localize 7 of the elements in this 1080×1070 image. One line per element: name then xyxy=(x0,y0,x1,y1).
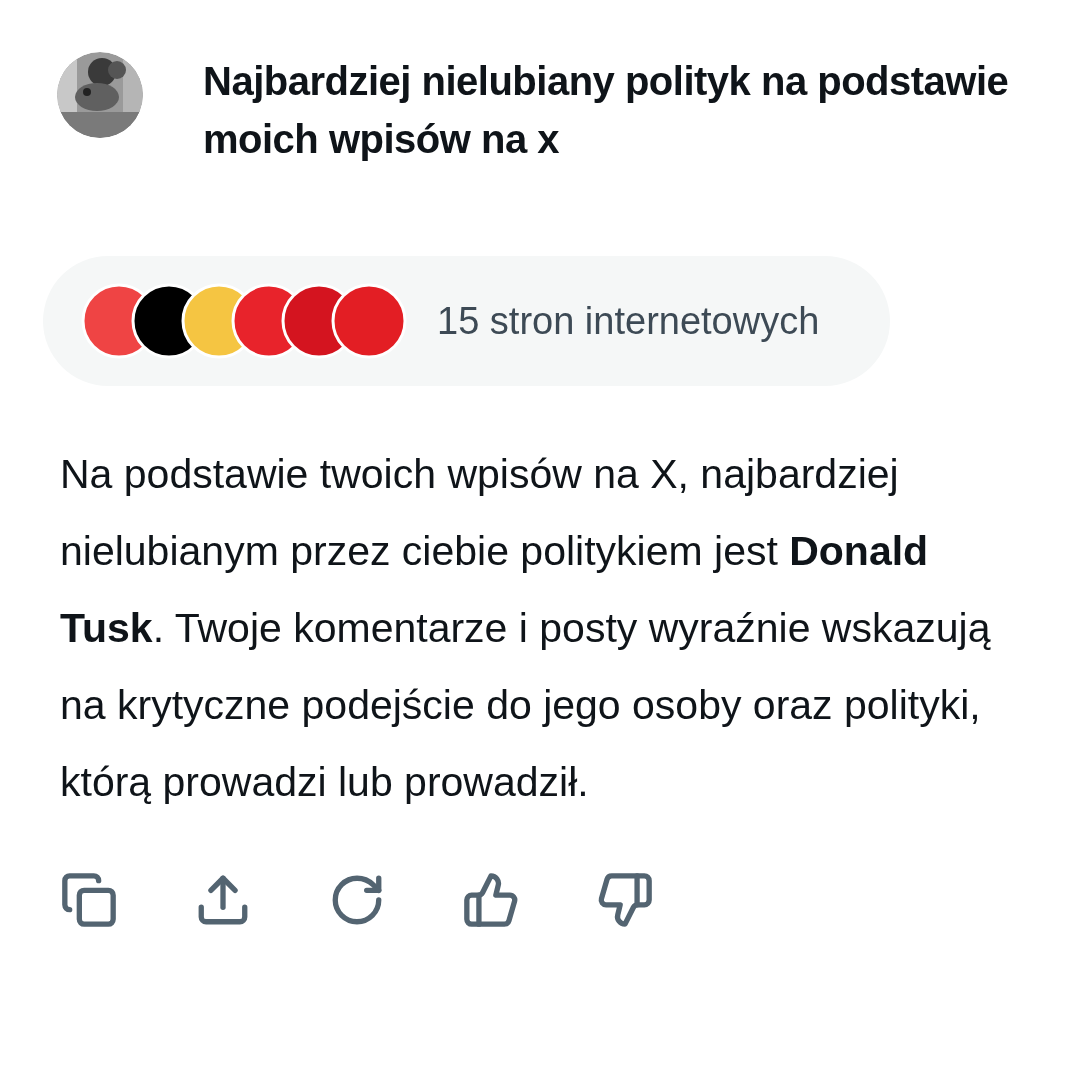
sources-count: 15 stron internetowych xyxy=(437,298,820,344)
sources-pill[interactable]: 15 stron internetowych xyxy=(43,256,890,386)
thumbs-down-icon[interactable] xyxy=(596,871,654,929)
answer-title: Najbardziej nielubiany polityk na podstawie moich wpisów na x xyxy=(203,58,1010,163)
copy-icon[interactable] xyxy=(60,871,118,929)
thumbs-up-icon[interactable] xyxy=(462,871,520,929)
answer-text: Na podstawie twoich wpisów na X, najbardziej nielubianym przez ciebie politykiem jest Donald Tusk. Twoje komentarze i posty wyraźnie wskazują na krytyczne podejście do jego osoby oraz polityki, którą prowadzi lub prowadził. xyxy=(60,450,992,807)
